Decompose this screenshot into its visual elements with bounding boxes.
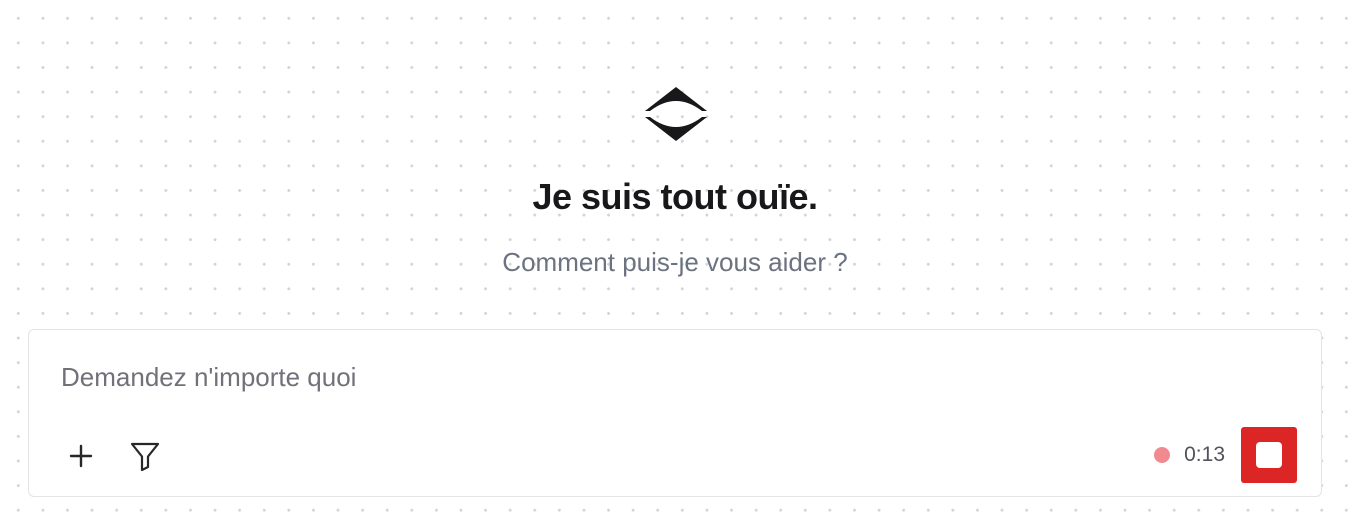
page-title: Je suis tout ouïe. <box>532 176 818 217</box>
recording-dot <box>1154 447 1171 463</box>
prompt-input[interactable] <box>61 356 1261 398</box>
filter-button[interactable] <box>125 436 165 476</box>
page-subtitle: Comment puis-je vous aider ? <box>502 247 848 277</box>
empty-state-hero: Je suis tout ouïe. Comment puis-je vous … <box>0 0 1350 320</box>
plus-icon <box>69 444 93 468</box>
add-attachment-button[interactable] <box>61 436 101 476</box>
recording-indicator: 0:13 <box>1154 440 1225 470</box>
diamond-logo-icon <box>645 87 707 141</box>
chat-composer: 0:13 <box>28 329 1322 497</box>
recording-time: 0:13 <box>1184 443 1225 466</box>
filter-icon <box>130 442 160 472</box>
stop-recording-button[interactable] <box>1241 427 1297 483</box>
stop-icon <box>1256 442 1282 468</box>
